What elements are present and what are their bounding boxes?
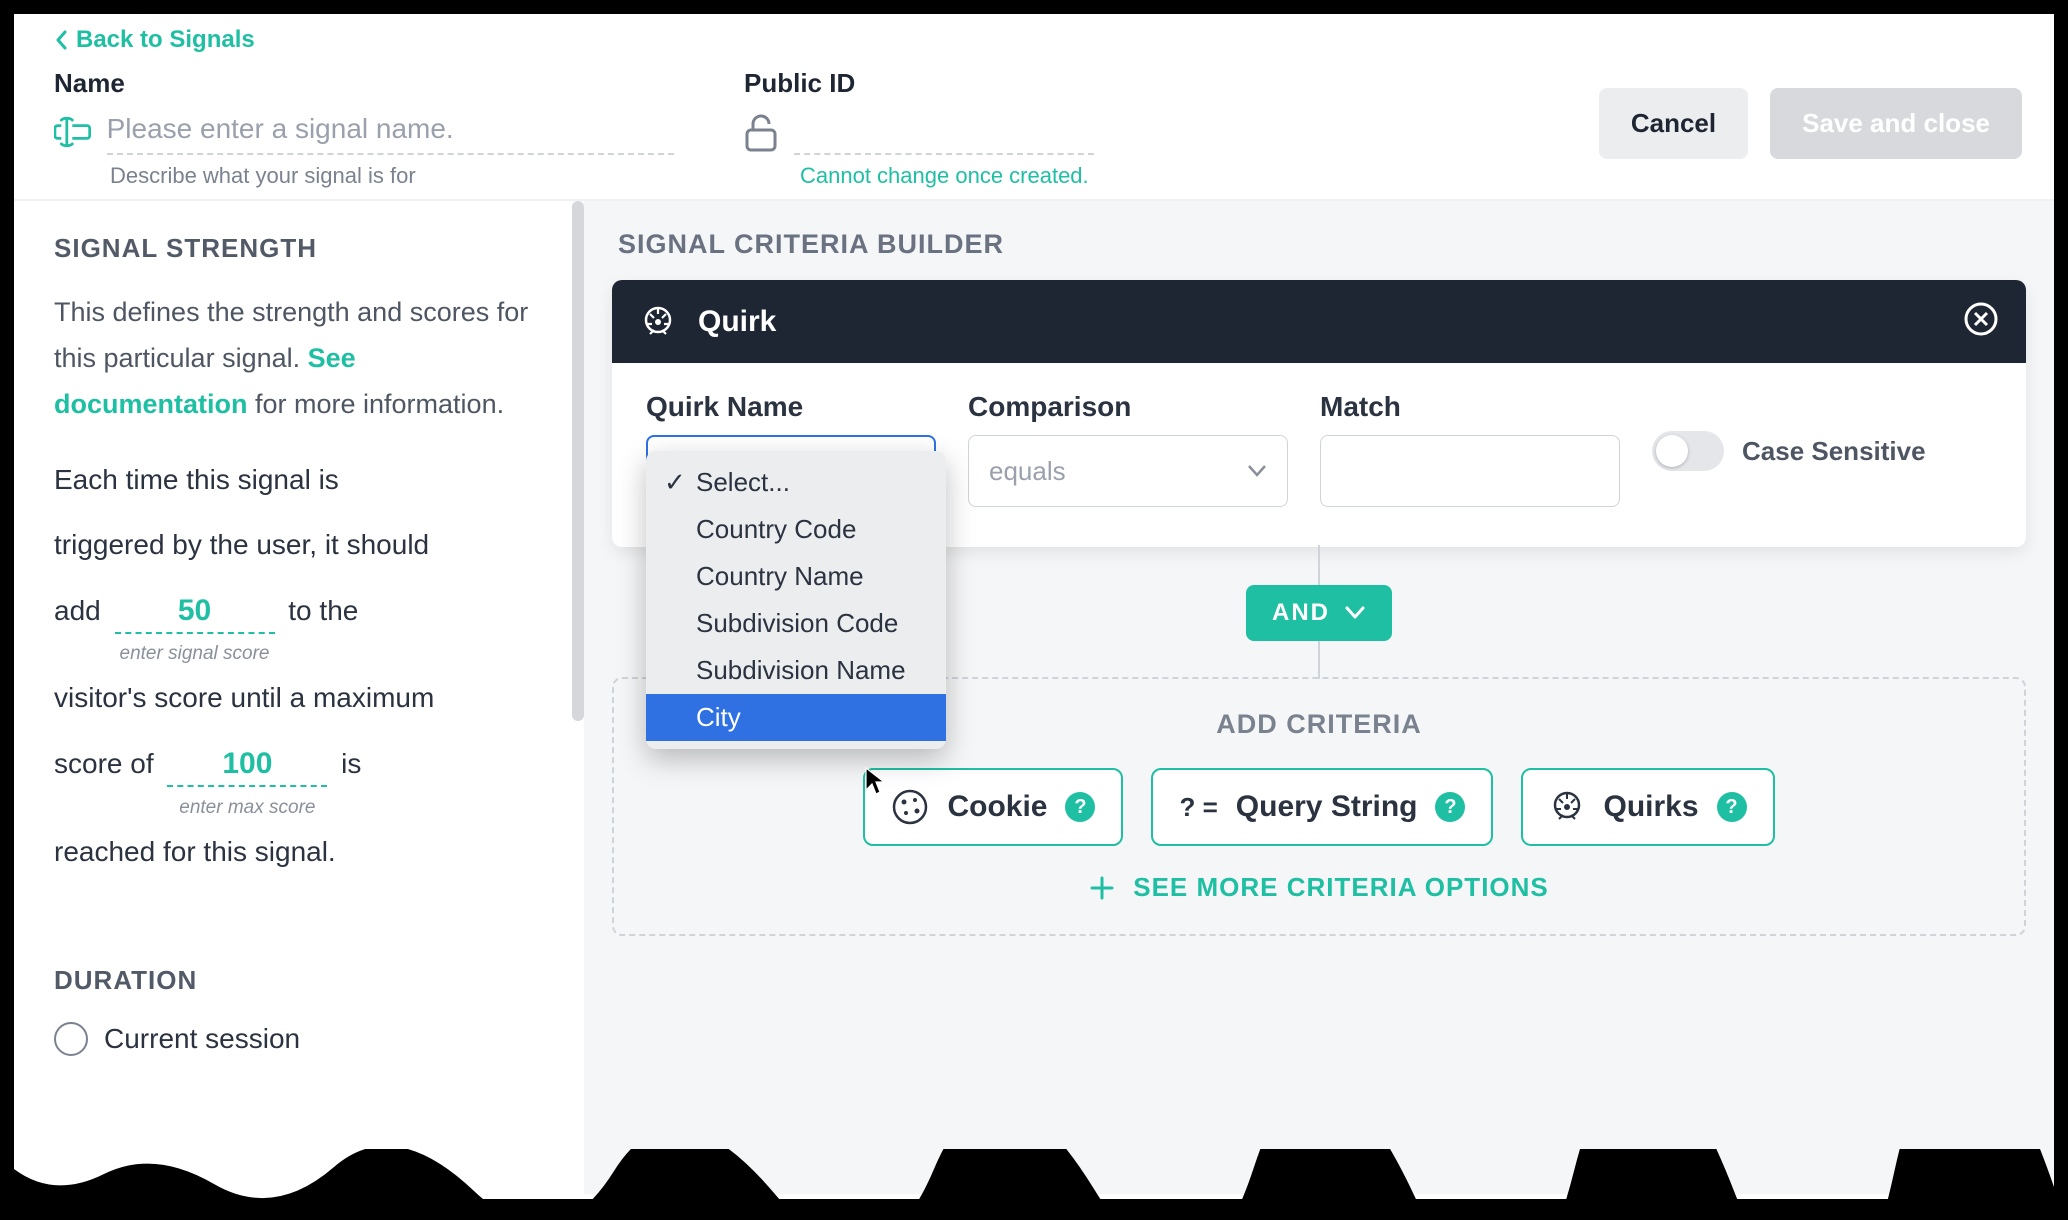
signal-strength-description: This defines the strength and scores for…: [54, 290, 550, 428]
text-field-icon: [54, 114, 91, 150]
chevron-down-icon: [1344, 605, 1366, 621]
duration-heading: DURATION: [54, 965, 550, 996]
flow-text: Each time this signal is: [54, 456, 550, 504]
dropdown-option[interactable]: Country Name: [646, 553, 946, 600]
logic-operator-selector[interactable]: AND: [1246, 585, 1392, 641]
help-badge[interactable]: ?: [1717, 792, 1747, 822]
quirk-head-icon: [640, 304, 676, 340]
add-cookie-criteria-button[interactable]: Cookie ?: [863, 768, 1123, 846]
close-icon: [1964, 302, 1998, 336]
query-string-icon: ? =: [1179, 792, 1217, 823]
flow-text: add enter signal score to the: [54, 587, 550, 635]
close-criteria-button[interactable]: [1964, 302, 1998, 341]
criteria-card-title: Quirk: [698, 305, 776, 339]
comparison-label: Comparison: [968, 391, 1288, 423]
public-id-input[interactable]: [794, 109, 1094, 155]
toggle-knob: [1656, 435, 1688, 467]
dropdown-option[interactable]: Subdivision Name: [646, 647, 946, 694]
sidebar-scrollbar[interactable]: [572, 201, 584, 721]
see-more-criteria-link[interactable]: SEE MORE CRITERIA OPTIONS: [1089, 872, 1549, 903]
connector-line: [1318, 639, 1320, 679]
max-score-hint: enter max score: [167, 792, 327, 824]
signal-score-input[interactable]: [115, 594, 275, 634]
chevron-down-icon: [1247, 464, 1267, 478]
duration-option-current-session[interactable]: Current session: [54, 1022, 550, 1056]
add-quirks-criteria-button[interactable]: Quirks ?: [1521, 768, 1774, 846]
radio-label: Current session: [104, 1023, 300, 1055]
help-badge[interactable]: ?: [1065, 792, 1095, 822]
save-and-close-button[interactable]: Save and close: [1770, 88, 2022, 159]
signal-name-input[interactable]: [107, 109, 674, 155]
name-label: Name: [54, 68, 674, 99]
flow-text: visitor's score until a maximum: [54, 674, 550, 722]
criteria-button-label: Query String: [1236, 790, 1418, 824]
see-more-label: SEE MORE CRITERIA OPTIONS: [1133, 872, 1549, 903]
unlock-icon: [744, 112, 778, 152]
connector-line: [1318, 545, 1320, 585]
signal-strength-heading: SIGNAL STRENGTH: [54, 233, 550, 264]
radio-icon: [54, 1022, 88, 1056]
quirk-head-icon: [1549, 789, 1585, 825]
logic-operator-label: AND: [1272, 599, 1330, 627]
quirk-name-dropdown: Select... Country Code Country Name Subd…: [646, 451, 946, 749]
dropdown-option-placeholder[interactable]: Select...: [646, 459, 946, 506]
dropdown-option[interactable]: Subdivision Code: [646, 600, 946, 647]
help-badge[interactable]: ?: [1435, 792, 1465, 822]
criteria-button-label: Quirks: [1603, 790, 1698, 824]
public-id-help-text: Cannot change once created.: [800, 163, 1529, 189]
cancel-button[interactable]: Cancel: [1599, 88, 1748, 159]
back-link-text: Back to Signals: [76, 26, 255, 54]
chevron-left-icon: [54, 28, 70, 52]
match-label: Match: [1320, 391, 1620, 423]
case-sensitive-label: Case Sensitive: [1742, 435, 1926, 468]
flow-text: triggered by the user, it should: [54, 521, 550, 569]
public-id-label: Public ID: [744, 68, 1529, 99]
back-to-signals-link[interactable]: Back to Signals: [54, 26, 2022, 54]
name-help-text: Describe what your signal is for: [110, 163, 674, 189]
cookie-icon: [891, 788, 929, 826]
flow-text: reached for this signal.: [54, 828, 550, 876]
comparison-value: equals: [989, 456, 1066, 487]
case-sensitive-toggle[interactable]: [1652, 431, 1724, 471]
criteria-builder-heading: SIGNAL CRITERIA BUILDER: [618, 229, 2026, 260]
signal-score-hint: enter signal score: [115, 638, 275, 670]
criteria-button-label: Cookie: [947, 790, 1047, 824]
comparison-select[interactable]: equals: [968, 435, 1288, 507]
torn-edge-decoration: [14, 1149, 2054, 1199]
dropdown-option[interactable]: Country Code: [646, 506, 946, 553]
max-score-input[interactable]: [167, 747, 327, 787]
quirk-name-label: Quirk Name: [646, 391, 936, 423]
add-query-string-criteria-button[interactable]: ? = Query String ?: [1151, 768, 1493, 846]
dropdown-option-city[interactable]: City: [646, 694, 946, 741]
flow-text: score of enter max score is: [54, 740, 550, 788]
plus-icon: [1089, 875, 1115, 901]
match-input[interactable]: [1320, 435, 1620, 507]
